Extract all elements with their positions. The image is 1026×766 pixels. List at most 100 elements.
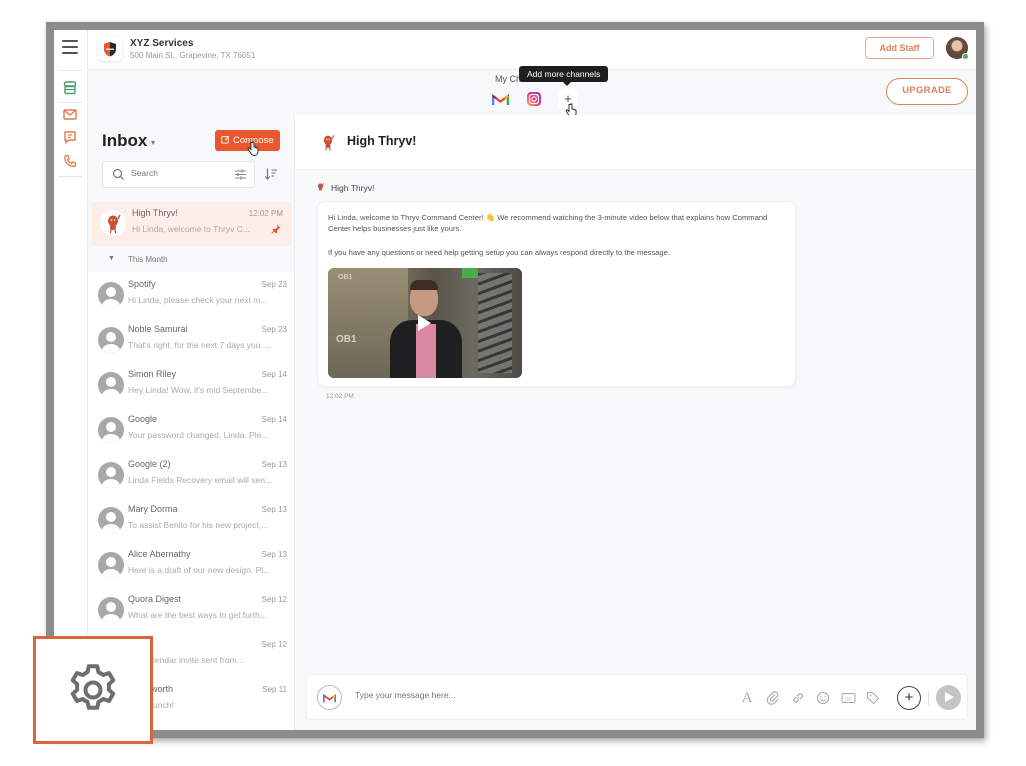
inbox-title[interactable]: Inbox <box>102 131 147 151</box>
thryv-mascot-icon <box>323 134 335 151</box>
message-text: Hi Linda, welcome to Thryv Command Cente… <box>328 213 768 233</box>
top-header: XYZ Services 500 Main St., Grapevine, TX… <box>88 30 976 70</box>
attach-icon[interactable] <box>765 690 781 706</box>
conversation-item[interactable]: Spotify Sep 23 Hi Linda, please check your… <box>88 273 294 317</box>
message-text: If you have any questions or need help g… <box>328 248 670 257</box>
conversation-item[interactable]: Google Sep 14 Your password changed, Linda… <box>88 408 294 452</box>
upgrade-button[interactable]: UPGRADE <box>886 78 968 105</box>
mail-icon[interactable] <box>62 106 78 122</box>
add-attachment-button[interactable]: + <box>897 686 921 710</box>
toolbar-divider <box>928 691 929 705</box>
collapse-caret-icon: ▼ <box>108 255 115 262</box>
compose-icon <box>221 135 230 144</box>
tag-icon[interactable] <box>865 690 881 706</box>
inbox-dropdown-caret-icon[interactable]: ▾ <box>151 138 155 147</box>
conversation-preview: Here is a draft of our new design. Pl... <box>128 565 271 575</box>
conversation-preview: Hi Linda, welcome to Thryv C... <box>132 224 250 234</box>
conversation-preview: Hey Linda! Wow, it's mid Septembe... <box>128 385 269 395</box>
search-icon <box>112 168 124 180</box>
conversation-item[interactable]: Noble Samurai Sep 23 That's right, for the… <box>88 318 294 362</box>
rail-divider <box>58 102 82 103</box>
filter-sliders-icon[interactable] <box>234 168 247 181</box>
message-composer: A GIF + <box>306 674 968 720</box>
conversation-date: Sep 13 <box>261 550 287 559</box>
settings-button[interactable] <box>33 636 153 744</box>
default-avatar-icon <box>98 507 124 533</box>
sender-name: High Thryv! <box>331 183 375 193</box>
conversation-name: Google <box>128 414 158 424</box>
conversation-date: Sep 23 <box>261 280 287 289</box>
conversation-preview: Hi Linda, please check your next m... <box>128 295 268 305</box>
search-box <box>102 161 255 188</box>
pinned-conversation-item[interactable]: High Thryv! 12:02 PM Hi Linda, welcome t… <box>92 202 291 246</box>
thryv-mascot-avatar <box>100 210 126 236</box>
emoji-icon[interactable] <box>815 690 831 706</box>
video-background <box>462 268 478 278</box>
default-avatar-icon <box>98 597 124 623</box>
conversation-preview: What are the best ways to get furth... <box>128 610 267 620</box>
default-avatar-icon <box>98 372 124 398</box>
gmail-channel[interactable] <box>490 90 510 108</box>
play-icon[interactable] <box>418 315 431 331</box>
pin-icon[interactable] <box>271 224 281 234</box>
channel-selector-button[interactable] <box>317 685 342 710</box>
conversation-preview: Your password changed, Linda. Ple... <box>128 430 269 440</box>
conversation-preview: To assist Benito for his new project,... <box>128 520 269 530</box>
conversation-name: Spotify <box>128 279 156 289</box>
phone-icon[interactable] <box>62 153 78 169</box>
business-name: XYZ Services <box>130 38 194 49</box>
text-format-icon[interactable]: A <box>739 690 755 706</box>
conversation-item[interactable]: Quora Digest Sep 12 What are the best ways… <box>88 588 294 632</box>
conversation-title: High Thryv! <box>347 134 417 148</box>
conversation-item[interactable]: Google (2) Sep 13 Linda Fields Recovery em… <box>88 453 294 497</box>
message-bubble: Hi Linda, welcome to Thryv Command Cente… <box>317 201 796 387</box>
app-window: XYZ Services 500 Main St., Grapevine, TX… <box>54 30 976 730</box>
conversation-item[interactable]: Simon Riley Sep 14 Hey Linda! Wow, it's mi… <box>88 363 294 407</box>
business-logo[interactable] <box>98 37 122 61</box>
default-avatar-icon <box>98 552 124 578</box>
conversation-date: Sep 14 <box>261 370 287 379</box>
left-rail <box>54 30 88 730</box>
user-avatar[interactable] <box>946 37 969 60</box>
link-icon[interactable] <box>790 690 806 706</box>
conversation-time: 12:02 PM <box>248 209 283 218</box>
default-avatar-icon <box>98 282 124 308</box>
default-avatar-icon <box>98 327 124 353</box>
conversation-name: Simon Riley <box>128 369 177 379</box>
store-icon[interactable] <box>62 80 78 96</box>
instagram-channel[interactable] <box>524 90 544 108</box>
conversation-preview: That's right, for the next 7 days you ..… <box>128 340 270 350</box>
conversation-panel: High Thryv! High Thryv! Hi Linda, welcom… <box>295 115 976 730</box>
conversation-date: Sep 14 <box>261 415 287 424</box>
video-person <box>410 280 438 290</box>
conversation-date: Sep 13 <box>261 460 287 469</box>
default-avatar-icon <box>98 417 124 443</box>
add-staff-button[interactable]: Add Staff <box>865 37 934 59</box>
message-input[interactable] <box>355 690 655 700</box>
gear-icon <box>70 664 116 710</box>
rail-divider <box>58 70 82 71</box>
conversation-date: Sep 12 <box>261 640 287 649</box>
conversation-date: Sep 13 <box>261 505 287 514</box>
gmail-icon <box>323 693 336 702</box>
add-channels-tooltip: Add more channels <box>519 66 609 86</box>
instagram-icon <box>527 92 541 106</box>
chat-icon[interactable] <box>62 129 78 145</box>
sort-icon[interactable] <box>264 167 278 181</box>
gmail-icon <box>491 93 509 105</box>
menu-icon[interactable] <box>62 40 78 54</box>
thryv-mascot-icon <box>317 182 325 191</box>
gif-icon[interactable]: GIF <box>840 690 856 706</box>
video-background <box>478 273 512 373</box>
business-address: 500 Main St., Grapevine, TX 76051 <box>130 51 256 60</box>
send-button[interactable] <box>936 685 961 710</box>
conversation-item[interactable]: Mary Dorma Sep 13 To assist Benito for his… <box>88 498 294 542</box>
video-thumbnail[interactable]: OB1 OB1 <box>328 268 522 378</box>
search-input[interactable] <box>131 168 221 178</box>
conversation-name: Noble Samurai <box>128 324 188 334</box>
channels-label: My Ch <box>495 74 522 84</box>
cursor-hand-icon <box>246 141 260 160</box>
this-month-section-header[interactable]: ▼ This Month <box>88 251 294 269</box>
video-person <box>416 324 436 378</box>
conversation-item[interactable]: Alice Abernathy Sep 13 Here is a draft of … <box>88 543 294 587</box>
